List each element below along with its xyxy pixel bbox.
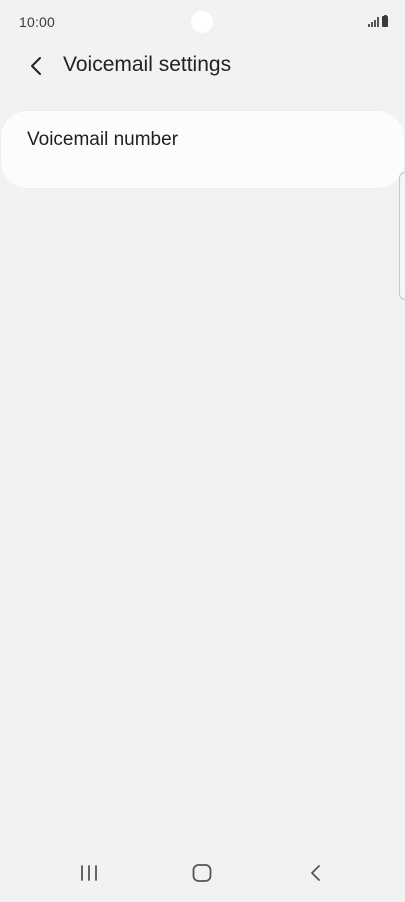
nav-back-button[interactable] xyxy=(296,858,336,888)
back-button[interactable] xyxy=(20,50,52,82)
status-time: 10:00 xyxy=(19,14,56,30)
signal-icon xyxy=(368,17,379,27)
recent-apps-button[interactable] xyxy=(69,858,109,888)
settings-card: Voicemail number xyxy=(1,111,404,188)
battery-icon xyxy=(382,14,388,27)
settings-item-label: Voicemail number xyxy=(27,129,179,150)
camera-cutout xyxy=(191,11,213,33)
home-icon xyxy=(192,864,212,882)
recent-apps-icon xyxy=(81,865,97,881)
status-bar: 10:00 xyxy=(0,0,405,44)
status-icons xyxy=(368,14,388,27)
chevron-left-icon xyxy=(31,57,41,75)
scrollbar[interactable] xyxy=(399,172,405,300)
back-icon xyxy=(311,865,320,881)
app-header: Voicemail settings xyxy=(0,44,405,88)
screen: 10:00 Voicemail settings Voicemail numbe… xyxy=(0,0,405,902)
home-button[interactable] xyxy=(182,858,222,888)
page-title: Voicemail settings xyxy=(63,53,232,76)
voicemail-number-item[interactable]: Voicemail number xyxy=(1,111,404,188)
navigation-bar xyxy=(0,848,405,902)
